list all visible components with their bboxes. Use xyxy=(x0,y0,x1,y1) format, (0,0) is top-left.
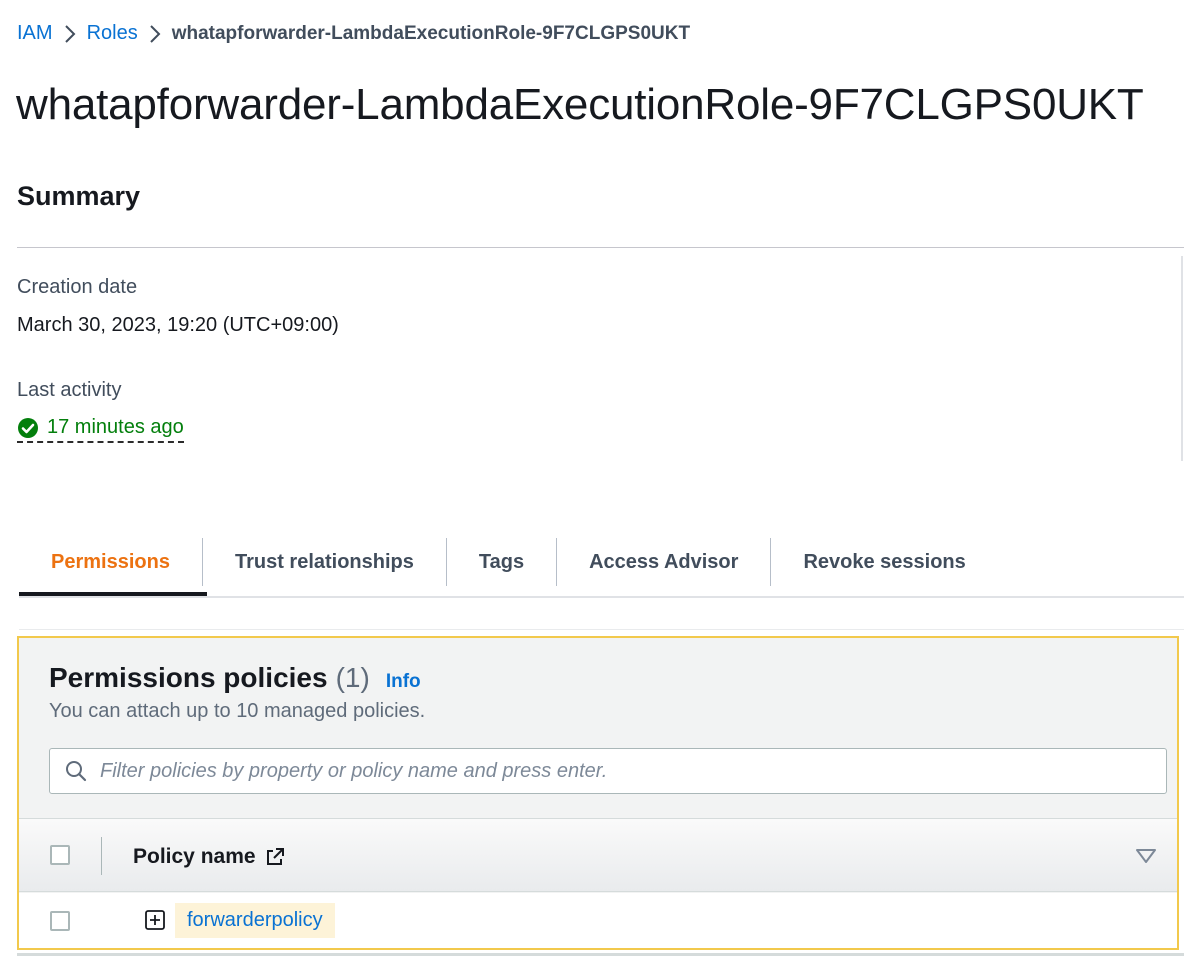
select-all-checkbox[interactable] xyxy=(50,845,70,865)
caret-down-icon[interactable] xyxy=(1135,847,1157,865)
search-icon xyxy=(66,761,87,782)
column-header-label: Policy name xyxy=(133,845,256,868)
last-activity-text: 17 minutes ago xyxy=(47,416,184,438)
active-tab-indicator xyxy=(19,592,207,596)
breadcrumb: IAM Roles whatapforwarder-LambdaExecutio… xyxy=(17,22,690,45)
chevron-right-icon xyxy=(53,24,87,44)
role-tabs: Permissions Trust relationships Tags Acc… xyxy=(19,528,1184,598)
tab-permissions[interactable]: Permissions xyxy=(19,538,203,586)
panel-title: Permissions policies xyxy=(49,662,328,693)
panel-subtitle: You can attach up to 10 managed policies… xyxy=(49,700,426,722)
column-separator xyxy=(101,837,102,875)
summary-column-border xyxy=(1181,256,1183,461)
summary-divider xyxy=(17,247,1184,248)
check-circle-icon xyxy=(18,417,38,438)
creation-date-value: March 30, 2023, 19:20 (UTC+09:00) xyxy=(17,314,339,336)
creation-date-label: Creation date xyxy=(17,276,138,298)
policy-name-link[interactable]: forwarderpolicy xyxy=(175,903,335,938)
expand-plus-icon[interactable] xyxy=(145,910,165,930)
chevron-right-icon xyxy=(138,24,172,44)
tab-trust-relationships[interactable]: Trust relationships xyxy=(203,538,447,586)
column-header-policy-name[interactable]: Policy name xyxy=(133,845,286,869)
breadcrumb-roles[interactable]: Roles xyxy=(87,22,138,45)
summary-title: Summary xyxy=(17,181,141,211)
page-title: whatapforwarder-LambdaExecutionRole-9F7C… xyxy=(16,80,1144,129)
info-link[interactable]: Info xyxy=(386,671,421,693)
breadcrumb-current: whatapforwarder-LambdaExecutionRole-9F7C… xyxy=(171,22,691,44)
table-header: Policy name xyxy=(19,818,1177,892)
last-activity-label: Last activity xyxy=(17,379,122,401)
tab-access-advisor[interactable]: Access Advisor xyxy=(557,538,772,586)
external-link-icon xyxy=(266,848,284,865)
breadcrumb-iam[interactable]: IAM xyxy=(17,22,53,45)
table-row: forwarderpolicy xyxy=(19,893,1177,948)
search-input[interactable] xyxy=(100,759,1140,783)
panel-header: Permissions policies (1) Info xyxy=(49,662,421,694)
last-activity-value[interactable]: 17 minutes ago xyxy=(17,416,184,443)
permissions-policies-panel: Permissions policies (1) Info You can at… xyxy=(17,636,1179,950)
tab-revoke-sessions[interactable]: Revoke sessions xyxy=(771,538,997,586)
search-box[interactable] xyxy=(49,748,1167,794)
tab-tags[interactable]: Tags xyxy=(447,538,558,586)
policy-count: (1) xyxy=(335,662,370,693)
bottom-divider xyxy=(17,953,1184,956)
row-checkbox[interactable] xyxy=(50,911,70,931)
section-divider xyxy=(19,629,1184,630)
